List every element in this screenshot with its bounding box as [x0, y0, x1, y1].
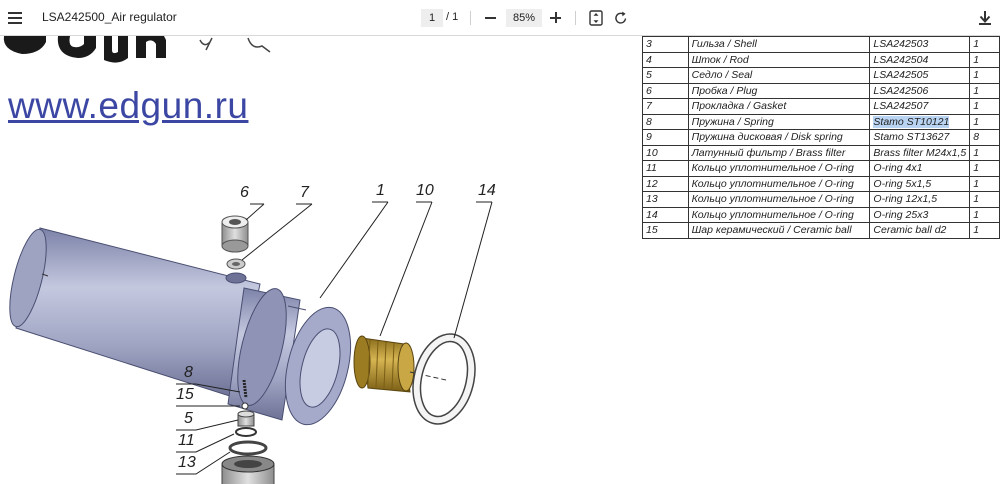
part-number-cell: 4: [642, 51, 689, 68]
part-qty-cell: 1: [969, 51, 1000, 68]
callout-7: 7: [300, 184, 309, 201]
part-qty-cell: 1: [969, 160, 1000, 177]
part-code-cell: Ceramic ball d2: [869, 222, 971, 239]
document-title: LSA242500_Air regulator: [42, 10, 177, 24]
callout-14: 14: [478, 182, 496, 199]
page-number-input[interactable]: 1: [421, 9, 443, 27]
pdf-page: www.edgun.ru 6 7 1 10 14 8 15 5 11 13 3 …: [0, 36, 1000, 484]
fit-page-icon[interactable]: [588, 9, 604, 27]
part-name-cell: Пробка / Plug: [687, 82, 871, 99]
part-name-cell: Кольцо уплотнительное / O-ring: [687, 175, 871, 192]
table-row: 4 Шток / Rod LSA242504 1: [642, 51, 1000, 68]
o-ring-part-14: [412, 333, 476, 425]
callout-10: 10: [416, 182, 434, 199]
callout-13: 13: [178, 454, 196, 471]
part-number-cell: 10: [642, 144, 689, 161]
table-row: 6 Пробка / Plug LSA242506 1: [642, 82, 1000, 99]
table-row: 13 Кольцо уплотнительное / O-ring O-ring 1…: [642, 191, 1000, 208]
part-name-cell: Кольцо уплотнительное / O-ring: [687, 160, 871, 177]
part-number-cell: 12: [642, 175, 689, 192]
callout-1: 1: [376, 182, 385, 199]
part-name-cell: Шток / Rod: [687, 51, 871, 68]
table-row: 7 Прокладка / Gasket LSA242507 1: [642, 98, 1000, 115]
toolbar-divider: [470, 11, 471, 25]
rotate-icon[interactable]: [613, 9, 629, 27]
part-qty-cell: 1: [969, 191, 1000, 208]
part-code-cell: LSA242506: [869, 82, 971, 99]
part-number-cell: 13: [642, 191, 689, 208]
menu-icon[interactable]: [6, 8, 26, 28]
table-row: 10 Латунный фильтр / Brass filter Brass fi…: [642, 144, 1000, 161]
callout-6: 6: [240, 184, 249, 201]
table-row: 9 Пружина дисковая / Disk spring Stamo ST1…: [642, 129, 1000, 146]
part-code-cell: O-ring 4x1: [869, 160, 971, 177]
part-qty-cell: 1: [969, 144, 1000, 161]
part-name-cell: Кольцо уплотнительное / O-ring: [687, 206, 871, 223]
callout-15: 15: [176, 386, 194, 403]
page-total: / 1: [446, 11, 459, 23]
part-qty-cell: 8: [969, 129, 1000, 146]
part-name-cell: Латунный фильтр / Brass filter: [687, 144, 871, 161]
part-name-cell: Пружина / Spring: [687, 113, 871, 130]
part-qty-cell: 1: [969, 98, 1000, 115]
table-row: 15 Шар керамический / Ceramic ball Ceramic…: [642, 222, 1000, 239]
part-number-cell: 5: [642, 67, 689, 84]
callout-5: 5: [184, 410, 193, 427]
brass-filter-part-10: [353, 335, 415, 393]
part-name-cell: Шар керамический / Ceramic ball: [687, 222, 871, 239]
table-row: 8 Пружина / Spring Stamo ST10121 1: [642, 113, 1000, 130]
assembly-drawing: [9, 201, 493, 484]
part-name-cell: Седло / Seal: [687, 67, 871, 84]
part-number-cell: 7: [642, 98, 689, 115]
table-row: 14 Кольцо уплотнительное / O-ring O-ring 2…: [642, 206, 1000, 223]
download-icon[interactable]: [976, 9, 994, 27]
plug-part-6: [221, 215, 249, 253]
part-number-cell: 8: [642, 113, 689, 130]
part-qty-cell: 1: [969, 222, 1000, 239]
part-qty-cell: 1: [969, 206, 1000, 223]
part-qty-cell: 1: [969, 82, 1000, 99]
table-row: 3 Гильза / Shell LSA242503 1: [642, 36, 1000, 53]
part-code-cell: LSA242503: [869, 36, 971, 53]
part-number-cell: 14: [642, 206, 689, 223]
zoom-level-input[interactable]: 85%: [506, 9, 542, 27]
zoom-out-button[interactable]: [484, 9, 498, 27]
part-name-cell: Кольцо уплотнительное / O-ring: [687, 191, 871, 208]
gasket-part-7: [226, 258, 246, 270]
part-code-cell: O-ring 5x1,5: [869, 175, 971, 192]
part-code-cell: O-ring 25x3: [869, 206, 971, 223]
part-code-cell: LSA242505: [869, 67, 971, 84]
part-code-cell: LSA242504: [869, 51, 971, 68]
table-row: 12 Кольцо уплотнительное / O-ring O-ring 5…: [642, 175, 1000, 192]
part-number-cell: 3: [642, 36, 689, 53]
part-code-cell: O-ring 12x1,5: [869, 191, 971, 208]
table-row: 5 Седло / Seal LSA242505 1: [642, 67, 1000, 84]
part-code-cell: Stamo ST10121: [869, 113, 971, 130]
part-number-cell: 9: [642, 129, 689, 146]
part-name-cell: Пружина дисковая / Disk spring: [687, 129, 871, 146]
part-code-cell: Stamo ST13627: [869, 129, 971, 146]
callout-11: 11: [178, 432, 195, 449]
part-code-cell: LSA242507: [869, 98, 971, 115]
callout-8: 8: [184, 364, 193, 381]
toolbar-divider: [575, 11, 576, 25]
parts-table: 3 Гильза / Shell LSA242503 1 4 Шток / Rod LSA2…: [642, 36, 1000, 239]
part-number-cell: 15: [642, 222, 689, 239]
part-number-cell: 11: [642, 160, 689, 177]
part-code-cell: Brass filter M24x1,5: [869, 144, 971, 161]
part-name-cell: Прокладка / Gasket: [687, 98, 871, 115]
selected-text-highlight: Stamo ST10121: [873, 115, 950, 128]
zoom-in-button[interactable]: [549, 9, 563, 27]
part-qty-cell: 1: [969, 36, 1000, 53]
part-qty-cell: 1: [969, 175, 1000, 192]
table-row: 11 Кольцо уплотнительное / O-ring O-ring 4…: [642, 160, 1000, 177]
part-name-cell: Гильза / Shell: [687, 36, 871, 53]
part-qty-cell: 1: [969, 67, 1000, 84]
part-number-cell: 6: [642, 82, 689, 99]
pdf-toolbar: LSA242500_Air regulator 1 / 1 85%: [0, 0, 1000, 36]
part-qty-cell: 1: [969, 113, 1000, 130]
